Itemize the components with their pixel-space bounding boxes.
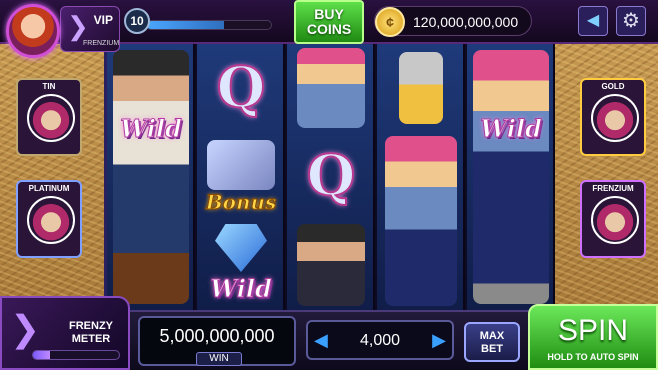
frenzy-line1: FRENZY <box>69 320 113 332</box>
spin-label: SPIN <box>557 314 629 347</box>
coin-icon: ¢ <box>375 7 405 37</box>
arrow-right-icon[interactable]: ▶ <box>432 330 446 351</box>
frenzy-meter-label: FRENZY METER <box>54 320 128 346</box>
frenzy-progress-bar <box>32 350 120 360</box>
tier-label: TIN <box>42 82 56 91</box>
tier-portrait <box>27 94 75 142</box>
wild-label-cell: Wild <box>107 84 195 172</box>
wild-label: Wild <box>480 113 543 143</box>
max-bet-line2: BET <box>481 343 503 355</box>
frenzy-line2: METER <box>71 333 111 345</box>
boot-image <box>399 52 443 124</box>
buy-coins-line2: COINS <box>306 21 352 37</box>
q-symbol: Q <box>287 132 375 220</box>
cowboy-symbol <box>287 220 375 308</box>
tier-portrait <box>27 196 75 244</box>
wild-label: Wild <box>210 274 273 304</box>
bonus-shoe-symbol: Bonus <box>197 132 285 220</box>
frenzy-wing-icon: ❯ <box>10 308 41 349</box>
vip-label: VIP <box>93 13 113 27</box>
back-button[interactable]: ◀ <box>578 6 608 36</box>
cowgirl-image <box>297 48 365 128</box>
wild-label: Wild <box>120 113 183 143</box>
cowgirl-tall-symbol <box>377 132 465 310</box>
bet-amount: 4,000 <box>359 332 401 349</box>
tier-portrait <box>591 196 639 244</box>
q-symbol-text: Q <box>306 142 357 210</box>
vip-badge[interactable]: ❯ VIP FRENZIUM <box>60 6 120 52</box>
coin-balance: ¢ 120,000,000,000 <box>374 6 532 37</box>
coin-balance-value: 120,000,000,000 <box>413 14 519 30</box>
max-bet-line1: MAX <box>479 330 505 342</box>
reel-2: Q Bonus Wild <box>197 44 285 310</box>
bet-selector: ◀ 4,000 ▶ <box>306 320 454 360</box>
reel-1: Wild <box>107 44 195 310</box>
gear-icon: ⚙ <box>622 10 640 32</box>
buy-coins-line1: BUY <box>314 6 344 22</box>
cowgirl-symbol <box>287 44 375 132</box>
level-meter[interactable]: 10 <box>124 8 274 34</box>
win-label: WIN <box>196 352 242 366</box>
level-progress-bar <box>146 20 272 30</box>
avatar[interactable] <box>6 4 60 58</box>
reel-3: Q <box>287 44 375 310</box>
settings-button[interactable]: ⚙ <box>616 6 646 36</box>
win-amount: 5,000,000,000 <box>159 326 275 346</box>
cowboy-image <box>297 224 365 306</box>
cowgirl-image <box>385 136 457 306</box>
diamond-image <box>215 224 267 272</box>
vip-tier: FRENZIUM <box>83 40 120 47</box>
tier-platinum[interactable]: PLATINUM <box>16 180 82 258</box>
spin-button[interactable]: SPIN HOLD TO AUTO SPIN <box>528 304 658 370</box>
q-symbol-text: Q <box>216 54 267 122</box>
reel-5: Wild <box>467 44 555 310</box>
frenzy-meter[interactable]: ❯ FRENZY METER <box>0 296 130 370</box>
tier-frenzium[interactable]: FRENZIUM <box>580 180 646 258</box>
wild-label-cell: Wild <box>467 84 555 172</box>
shoe-image <box>207 140 275 190</box>
bonus-label: Bonus <box>205 190 277 215</box>
tier-label: GOLD <box>601 82 625 91</box>
tier-tin[interactable]: TIN <box>16 78 82 156</box>
spin-sub-label: HOLD TO AUTO SPIN <box>547 352 639 362</box>
win-display: 5,000,000,000 WIN <box>138 316 296 366</box>
max-bet-button[interactable]: MAX BET <box>464 322 520 362</box>
diamond-wild-symbol: Wild <box>197 220 285 308</box>
frenzy-progress-fill <box>33 351 51 359</box>
boot-symbol <box>377 44 465 132</box>
level-badge: 10 <box>124 8 150 34</box>
tier-label: FRENZIUM <box>592 184 634 193</box>
tier-portrait <box>591 94 639 142</box>
buy-coins-button[interactable]: BUY COINS <box>294 0 364 44</box>
top-bar: ❯ VIP FRENZIUM 10 BUY COINS ¢ 120,000,00… <box>0 0 658 58</box>
q-symbol: Q <box>197 44 285 132</box>
tier-label: PLATINUM <box>28 184 70 193</box>
level-progress-fill <box>147 21 224 29</box>
slot-reels: Wild Q Bonus Wild Q Wild <box>104 44 555 310</box>
tier-gold[interactable]: GOLD <box>580 78 646 156</box>
reel-4 <box>377 44 465 310</box>
back-arrow-icon: ◀ <box>586 12 600 29</box>
vip-wing-icon: ❯ <box>67 11 89 41</box>
